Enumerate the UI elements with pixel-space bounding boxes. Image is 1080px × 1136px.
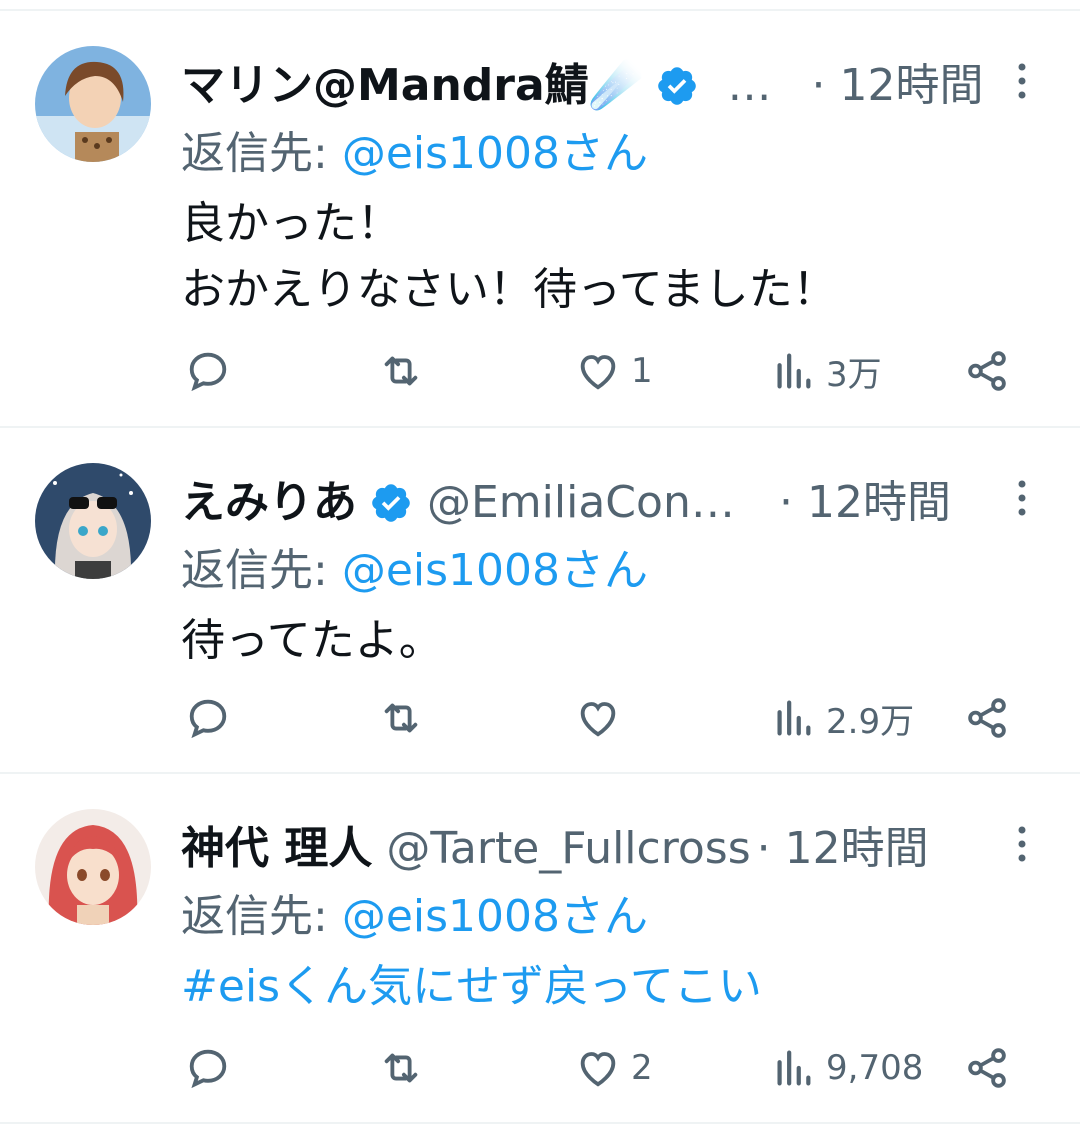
avatar[interactable] [35,463,151,579]
reply-context: 返信先: @eis1008さん [181,123,648,185]
views-button[interactable]: 3万 [770,341,882,401]
reply-button[interactable] [185,688,231,748]
reply-label: 返信先: [181,128,328,179]
reply-icon [189,1049,227,1089]
share-icon [968,1048,1006,1088]
like-button[interactable]: 2 [575,1038,653,1098]
like-button[interactable]: 1 [575,341,653,401]
action-bar: 2.9万 [0,688,1080,748]
retweet-icon [384,703,418,733]
like-icon [580,355,616,390]
like-button[interactable] [575,688,631,748]
retweet-icon [384,356,418,386]
views-icon [777,353,811,389]
display-name[interactable]: 神代 理人 [181,814,372,884]
tweet-header: 神代 理人 @Tarte_Fullcross · 12時間 [181,814,981,884]
reply-button[interactable] [185,1038,231,1098]
timestamp[interactable]: · 12時間 [779,468,951,538]
handle[interactable]: @EmiliaCond... [427,468,757,538]
tweet-text: 良かった！ おかえりなさい！待ってました！ [181,198,837,315]
tweet[interactable]: マリン@Mandra鯖☄️ … · 12時間 返信先: @eis1008さん 良か… [0,11,1080,428]
share-button[interactable] [964,1038,1010,1098]
like-count: 1 [631,351,653,391]
display-name[interactable]: えみりあ [181,468,357,538]
action-bar: 2 9,708 [0,1038,1080,1098]
like-icon [580,1052,616,1087]
display-name[interactable]: マリン@Mandra鯖☄️ [181,51,643,121]
reply-context: 返信先: @eis1008さん [181,886,648,948]
views-icon [777,1050,811,1086]
more-icon[interactable] [1014,478,1030,518]
reply-mention-link[interactable]: @eis1008さん [342,128,648,179]
retweet-icon [384,1053,418,1083]
avatar[interactable] [35,809,151,925]
action-bar: 1 3万 [0,341,1080,401]
retweet-button[interactable] [378,688,424,748]
like-icon [580,702,616,737]
tweet-header: えみりあ @EmiliaCond... · 12時間 [181,468,981,538]
views-count: 3万 [826,354,882,395]
views-count: 9,708 [826,1048,924,1088]
reply-icon [189,699,227,739]
retweet-button[interactable] [378,1038,424,1098]
views-icon [777,700,811,736]
hashtag-link[interactable]: #eisくん気にせず戻ってこい [181,954,762,1020]
share-button[interactable] [964,341,1010,401]
reply-mention-link[interactable]: @eis1008さん [342,545,648,596]
reply-icon [189,352,227,392]
reply-label: 返信先: [181,891,328,942]
views-count: 2.9万 [826,701,915,742]
retweet-button[interactable] [378,341,424,401]
verified-badge-icon [372,484,410,522]
tweet[interactable]: 神代 理人 @Tarte_Fullcross · 12時間 返信先: @eis10… [0,774,1080,1124]
handle[interactable]: … [727,51,771,121]
timestamp[interactable]: · 12時間 [757,814,929,884]
verified-badge-icon [658,67,697,105]
timestamp[interactable]: · 12時間 [811,51,983,121]
reply-button[interactable] [185,341,231,401]
more-icon[interactable] [1014,824,1030,864]
reply-label: 返信先: [181,545,328,596]
avatar[interactable] [35,46,151,162]
views-button[interactable]: 2.9万 [770,688,914,748]
reply-context: 返信先: @eis1008さん [181,540,648,602]
tweet-text: 待ってたよ。 [181,615,443,666]
share-button[interactable] [964,688,1010,748]
tweet[interactable]: えみりあ @EmiliaCond... · 12時間 返信先: @eis1008さ… [0,428,1080,774]
more-icon[interactable] [1014,61,1030,101]
share-icon [968,698,1006,738]
handle[interactable]: @Tarte_Fullcross [386,814,750,884]
share-icon [968,351,1006,391]
reply-mention-link[interactable]: @eis1008さん [342,891,648,942]
views-button[interactable]: 9,708 [770,1038,923,1098]
tweet-header: マリン@Mandra鯖☄️ … · 12時間 [181,51,983,121]
like-count: 2 [631,1048,653,1088]
